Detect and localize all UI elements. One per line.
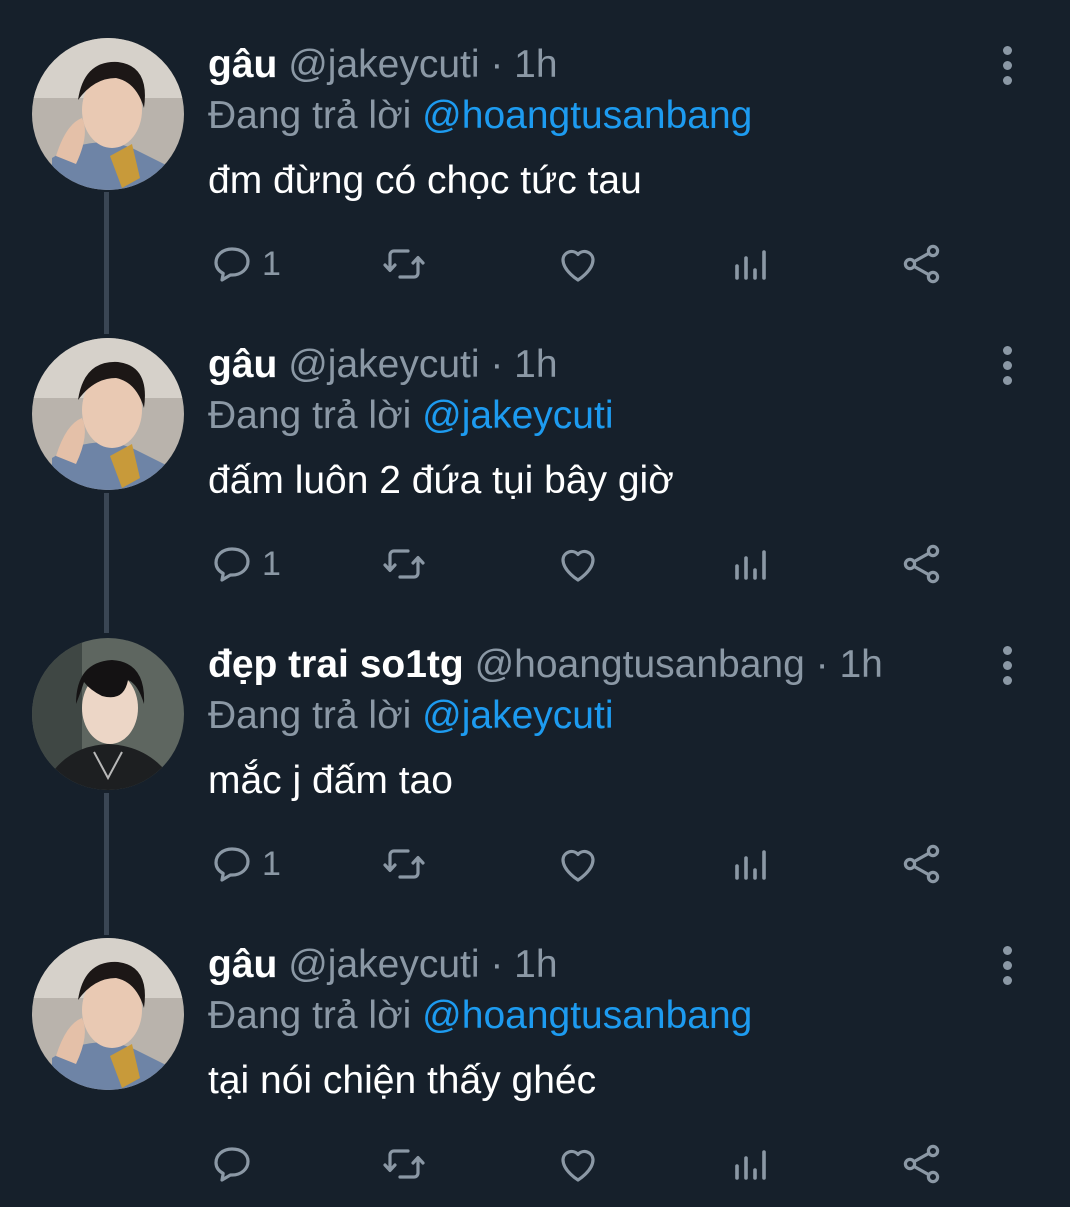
replying-to-label: Đang trả lời (208, 694, 412, 737)
retweet-button[interactable] (380, 536, 428, 592)
like-button[interactable] (554, 836, 602, 892)
avatar[interactable] (32, 638, 184, 790)
retweet-icon (383, 549, 425, 579)
mention-link[interactable]: @jakeycuti (422, 694, 613, 737)
more-icon[interactable] (990, 40, 1024, 90)
reply-count: 1 (262, 544, 281, 583)
timestamp[interactable]: · 1h (816, 643, 883, 686)
share-icon (903, 544, 940, 584)
tweet[interactable]: gâu @jakeycuti · 1h Đang trả lời @jakeyc… (0, 300, 1070, 600)
replying-to: Đang trả lời @hoangtusanbang (208, 991, 752, 1041)
timestamp[interactable]: · 1h (490, 943, 557, 986)
like-icon (561, 249, 595, 282)
like-icon (561, 1149, 595, 1182)
analytics-icon (735, 1150, 766, 1180)
like-icon (561, 549, 595, 582)
reply-button[interactable]: 1 (208, 836, 281, 892)
display-name[interactable]: gâu (208, 43, 277, 86)
like-button[interactable] (554, 1136, 602, 1192)
share-icon (903, 244, 940, 284)
share-button[interactable] (898, 836, 946, 892)
analytics-button[interactable] (727, 236, 775, 292)
replying-to-label: Đang trả lời (208, 994, 412, 1037)
handle[interactable]: @jakeycuti (288, 343, 479, 386)
share-button[interactable] (898, 236, 946, 292)
display-name[interactable]: đẹp trai so1tg (208, 643, 464, 686)
tweet-text: đm đừng có chọc tức tau (208, 159, 642, 202)
action-bar: 1 (0, 536, 1070, 592)
retweet-button[interactable] (380, 1136, 428, 1192)
more-icon[interactable] (990, 340, 1024, 390)
reply-count: 1 (262, 244, 281, 283)
action-bar (0, 1136, 1070, 1192)
timestamp[interactable]: · 1h (490, 43, 557, 86)
tweet[interactable]: gâu @jakeycuti · 1h Đang trả lời @hoangt… (0, 900, 1070, 1200)
retweet-button[interactable] (380, 836, 428, 892)
analytics-button[interactable] (727, 536, 775, 592)
share-button[interactable] (898, 536, 946, 592)
replying-to-label: Đang trả lời (208, 394, 412, 437)
retweet-icon (383, 249, 425, 279)
mention-link[interactable]: @jakeycuti (422, 394, 613, 437)
tweet-text: tại nói chiện thấy ghéc (208, 1059, 597, 1102)
like-button[interactable] (554, 236, 602, 292)
more-icon[interactable] (990, 640, 1024, 690)
action-bar: 1 (0, 836, 1070, 892)
more-icon[interactable] (990, 940, 1024, 990)
display-name[interactable]: gâu (208, 943, 277, 986)
replying-to: Đang trả lời @jakeycuti (208, 691, 614, 741)
mention-link[interactable]: @hoangtusanbang (422, 94, 752, 137)
reply-button[interactable]: 1 (208, 236, 281, 292)
tweet[interactable]: gâu @jakeycuti · 1h Đang trả lời @hoangt… (0, 0, 1070, 300)
reply-icon (214, 547, 250, 582)
like-icon (561, 849, 595, 882)
replying-to-label: Đang trả lời (208, 94, 412, 137)
action-bar: 1 (0, 236, 1070, 292)
share-icon (903, 1144, 940, 1184)
tweet-text: đấm luôn 2 đứa tụi bây giờ (208, 459, 674, 502)
reply-button[interactable] (208, 1136, 262, 1192)
like-button[interactable] (554, 536, 602, 592)
tweet[interactable]: đẹp trai so1tg @hoangtusanbang · 1h Đang… (0, 600, 1070, 900)
reply-icon (214, 847, 250, 882)
tweet-text: mắc j đấm tao (208, 759, 453, 802)
mention-link[interactable]: @hoangtusanbang (422, 994, 752, 1037)
retweet-icon (383, 849, 425, 879)
handle[interactable]: @jakeycuti (288, 43, 479, 86)
avatar[interactable] (32, 38, 184, 190)
analytics-icon (735, 250, 766, 280)
timestamp[interactable]: · 1h (490, 343, 557, 386)
reply-icon (214, 247, 250, 282)
avatar[interactable] (32, 938, 184, 1090)
replying-to: Đang trả lời @hoangtusanbang (208, 91, 752, 141)
display-name[interactable]: gâu (208, 343, 277, 386)
analytics-button[interactable] (727, 1136, 775, 1192)
share-button[interactable] (898, 1136, 946, 1192)
reply-button[interactable]: 1 (208, 536, 281, 592)
avatar[interactable] (32, 338, 184, 490)
reply-icon (214, 1147, 250, 1182)
handle[interactable]: @jakeycuti (288, 943, 479, 986)
retweet-icon (383, 1149, 425, 1179)
analytics-button[interactable] (727, 836, 775, 892)
analytics-icon (735, 850, 766, 880)
retweet-button[interactable] (380, 236, 428, 292)
replying-to: Đang trả lời @jakeycuti (208, 391, 614, 441)
analytics-icon (735, 550, 766, 580)
reply-count: 1 (262, 844, 281, 883)
share-icon (903, 844, 940, 884)
handle[interactable]: @hoangtusanbang (475, 643, 805, 686)
